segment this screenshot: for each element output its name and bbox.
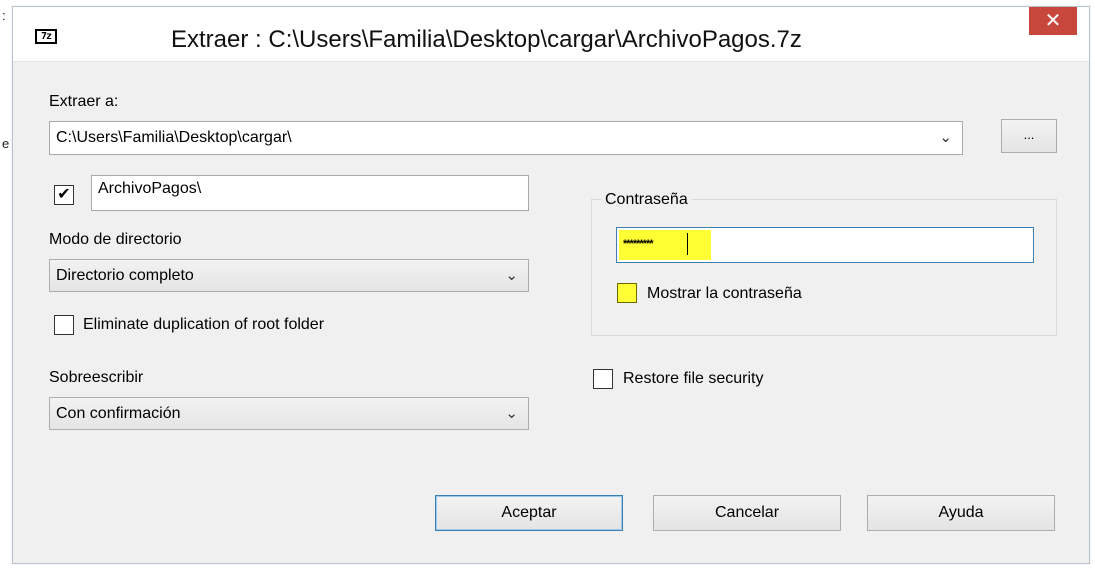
directory-mode-label: Modo de directorio <box>49 231 182 248</box>
window-title: Extraer : C:\Users\Familia\Desktop\carga… <box>171 26 802 53</box>
text-cursor <box>687 233 688 255</box>
extract-path-value: C:\Users\Familia\Desktop\cargar\ <box>56 129 292 146</box>
chevron-down-icon: ⌄ <box>505 405 518 422</box>
chevron-down-icon[interactable]: ⌄ <box>939 122 952 154</box>
overwrite-mode-value: Con confirmación <box>56 405 181 422</box>
background-window-edge: : e <box>2 8 10 151</box>
close-button[interactable]: ✕ <box>1029 7 1077 35</box>
extract-dialog: 7z Extraer : C:\Users\Familia\Desktop\ca… <box>12 6 1090 564</box>
password-input[interactable]: ********* <box>616 227 1034 263</box>
browse-button[interactable]: ... <box>1001 119 1057 153</box>
subfolder-name-input[interactable]: ArchivoPagos\ <box>91 175 529 211</box>
eliminate-duplication-label: Eliminate duplication of root folder <box>83 316 325 333</box>
directory-mode-dropdown[interactable]: Directorio completo ⌄ <box>49 259 529 292</box>
directory-mode-value: Directorio completo <box>56 267 194 284</box>
extract-path-combobox[interactable]: C:\Users\Familia\Desktop\cargar\ ⌄ <box>49 121 963 155</box>
password-masked-value: ********* <box>623 238 654 250</box>
show-password-label: Mostrar la contraseña <box>647 285 802 302</box>
extract-to-label: Extraer a: <box>49 93 119 110</box>
chevron-down-icon: ⌄ <box>505 267 518 284</box>
title-bar[interactable]: 7z Extraer : C:\Users\Familia\Desktop\ca… <box>13 7 1089 62</box>
restore-security-label: Restore file security <box>623 370 764 387</box>
overwrite-mode-dropdown[interactable]: Con confirmación ⌄ <box>49 397 529 430</box>
show-password-checkbox[interactable] <box>617 283 637 303</box>
password-group <box>591 199 1057 336</box>
password-group-label: Contraseña <box>601 191 692 209</box>
cancel-button[interactable]: Cancelar <box>653 495 841 531</box>
overwrite-label: Sobreescribir <box>49 369 144 386</box>
restore-security-checkbox[interactable] <box>593 369 613 389</box>
ok-button[interactable]: Aceptar <box>435 495 623 531</box>
subfolder-checkbox[interactable]: ✔ <box>54 185 74 205</box>
help-button[interactable]: Ayuda <box>867 495 1055 531</box>
7zip-app-icon: 7z <box>35 29 57 44</box>
eliminate-duplication-checkbox[interactable] <box>54 315 74 335</box>
